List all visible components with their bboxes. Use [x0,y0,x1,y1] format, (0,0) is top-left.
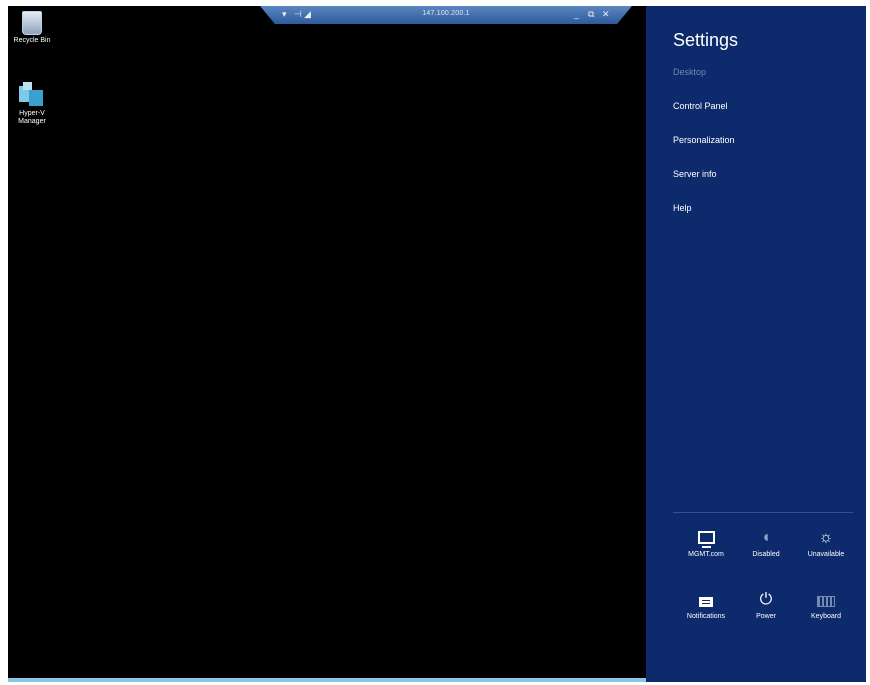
settings-link-control-panel[interactable]: Control Panel [673,101,728,111]
restore-icon[interactable]: ⧉ [588,9,594,20]
desktop-icon-label: Hyper-V Manager [18,110,46,125]
taskbar[interactable] [8,678,658,682]
power-icon: ⏻ [759,591,773,608]
notifications-tile[interactable]: Notifications [676,590,736,620]
power-tile[interactable]: ⏻ Power [736,590,796,620]
settings-charm-pane: Settings Desktop Control Panel Personali… [646,6,866,682]
settings-link-desktop: Desktop [673,67,707,77]
network-icon [676,528,736,548]
recycle-bin-icon [22,11,42,35]
keyboard-icon [796,590,856,610]
tile-label: Disabled [752,551,780,558]
notifications-icon [676,590,736,610]
tile-label: MGMT.com [688,551,724,558]
settings-link-help[interactable]: Help [673,203,692,213]
settings-link-personalization[interactable]: Personalization [673,135,735,145]
minimize-icon[interactable]: _ [574,9,579,19]
close-icon[interactable]: ✕ [602,9,610,20]
tile-label: Keyboard [811,613,841,620]
brightness-tile[interactable]: ☼ Unavailable [796,528,856,558]
settings-title: Settings [673,30,739,50]
volume-tile[interactable]: ◖ Disabled [736,528,796,558]
keyboard-tile[interactable]: Keyboard [796,590,856,620]
tile-label: Notifications [686,613,726,620]
network-tile[interactable]: MGMT.com [676,528,736,558]
desktop-icon-recycle-bin[interactable]: Recycle Bin [8,11,56,45]
hyper-v-manager-icon [19,82,45,108]
tiles-divider [673,512,853,513]
desktop-icon-label: Recycle Bin [13,37,51,44]
remote-desktop-screen: ▾ ⊣ ◢ 147.100.200.1 _ ⧉ ✕ Recycle Bin Hy… [8,6,866,682]
rdp-connection-bar: ▾ ⊣ ◢ 147.100.200.1 _ ⧉ ✕ [260,6,632,24]
tile-label: Power [756,613,776,620]
volume-icon: ◖ [761,529,771,546]
tile-label: Unavailable [807,551,845,558]
desktop-icon-hyper-v-manager[interactable]: Hyper-V Manager [8,82,56,126]
settings-link-server-info[interactable]: Server info [673,169,717,179]
brightness-icon: ☼ [818,529,834,546]
